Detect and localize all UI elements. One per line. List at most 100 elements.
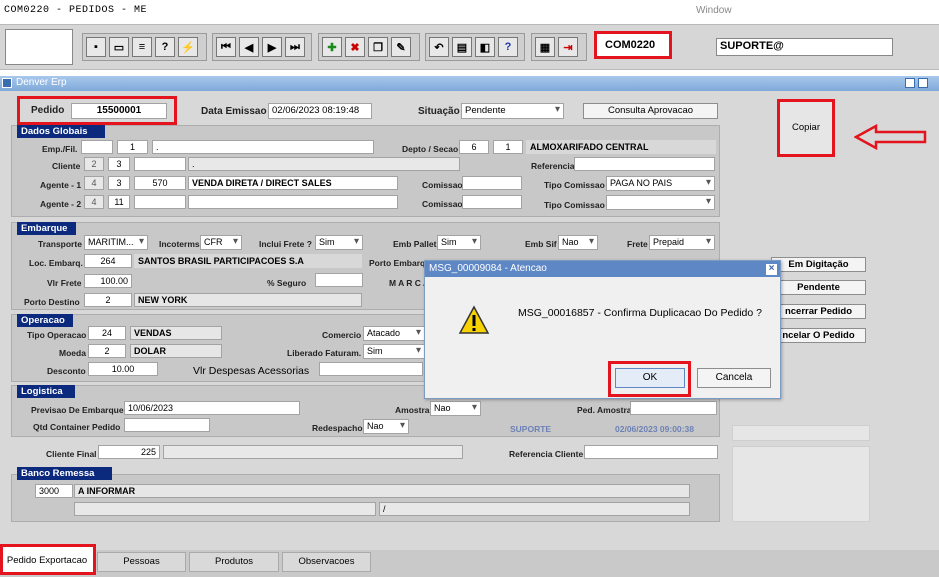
vlr-frete-field[interactable]: 100.00 xyxy=(84,274,132,288)
incoterms-select[interactable]: CFR xyxy=(200,235,242,250)
cliente-label: Cliente xyxy=(52,161,81,171)
vlr-frete-label: Vlr Frete xyxy=(47,278,82,288)
execute-query-icon[interactable]: ⚡ xyxy=(178,37,198,57)
next-record-icon[interactable]: ▶ xyxy=(262,37,282,57)
audit-date: 02/06/2023 09:00:38 xyxy=(615,424,694,434)
help-icon[interactable]: ? xyxy=(498,37,518,57)
referencia-field[interactable] xyxy=(574,157,715,171)
form-code: COM0220 xyxy=(605,39,656,51)
comercio-label: Comercio xyxy=(322,330,362,340)
tab-pessoas[interactable]: Pessoas xyxy=(97,552,186,572)
query-icon[interactable]: ? xyxy=(155,37,175,57)
em-digitacao-button[interactable]: Em Digitação xyxy=(771,257,866,272)
app-titlebar: Denver Erp xyxy=(0,76,939,91)
last-record-icon[interactable]: ⏭ xyxy=(285,37,305,57)
inclui-frete-label: Inclui Frete ? xyxy=(259,239,312,249)
moeda-field[interactable]: 2 xyxy=(88,344,126,358)
consulta-aprovacao-button[interactable]: Consulta Aprovacao xyxy=(583,103,718,119)
menu-icon[interactable]: ▦ xyxy=(535,37,555,57)
embarque-title: Embarque xyxy=(17,222,76,235)
tab-produtos[interactable]: Produtos xyxy=(189,552,279,572)
print-icon[interactable]: ≡ xyxy=(132,37,152,57)
agente2-field-a[interactable]: 4 xyxy=(84,195,104,209)
agente1-field-c[interactable]: 570 xyxy=(134,176,186,190)
desconto-field[interactable]: 10.00 xyxy=(88,362,158,376)
emb-pallet-select[interactable]: Sim xyxy=(437,235,481,250)
liberado-select[interactable]: Sim xyxy=(363,344,425,359)
liberado-label: Liberado Faturam. xyxy=(287,348,362,358)
agente2-field-c[interactable] xyxy=(134,195,186,209)
tab-pedido-exportacao[interactable]: Pedido Exportacao xyxy=(4,552,90,572)
loc-embarq-label: Loc. Embarq. xyxy=(29,258,83,268)
logistica-title: Logistica xyxy=(17,385,75,398)
tipo-operacao-field[interactable]: 24 xyxy=(88,326,126,340)
inclui-frete-select[interactable]: Sim xyxy=(315,235,363,250)
agente2-desc-field xyxy=(188,195,398,209)
porto-embarque-label: Porto Embarq xyxy=(369,258,426,268)
agente1-field-b[interactable]: 3 xyxy=(108,176,130,190)
fil-field[interactable]: 1 xyxy=(117,140,148,154)
loc-embarq-field[interactable]: 264 xyxy=(84,254,132,268)
cliente-desc-field: . xyxy=(188,157,460,171)
first-record-icon[interactable]: ⏮ xyxy=(216,37,236,57)
insert-icon[interactable]: ✚ xyxy=(322,37,342,57)
operacao-title: Operacao xyxy=(17,314,73,327)
data-emissao-field[interactable]: 02/06/2023 08:19:48 xyxy=(268,103,372,119)
undo-icon[interactable]: ↶ xyxy=(429,37,449,57)
previsao-field[interactable]: 10/06/2023 xyxy=(124,401,300,415)
cliente-final-field[interactable]: 225 xyxy=(98,445,160,459)
emb-sif-select[interactable]: Nao xyxy=(558,235,598,250)
cliente-field-3[interactable] xyxy=(134,157,186,171)
tab-observacoes[interactable]: Observacoes xyxy=(282,552,371,572)
cancela-button[interactable]: Cancela xyxy=(697,368,771,388)
emp-field[interactable] xyxy=(81,140,113,154)
comissao1-field[interactable] xyxy=(462,176,522,190)
porto-destino-field[interactable]: 2 xyxy=(84,293,132,307)
maximize-icon[interactable] xyxy=(918,78,928,88)
comissao2-field[interactable] xyxy=(462,195,522,209)
situacao-select[interactable]: Pendente xyxy=(461,103,564,119)
desconto-label: Desconto xyxy=(47,366,86,376)
transporte-select[interactable]: MARITIM... xyxy=(84,235,148,250)
window-icon[interactable]: ▭ xyxy=(109,37,129,57)
amostra-select[interactable]: Nao xyxy=(430,401,481,416)
prev-record-icon[interactable]: ◀ xyxy=(239,37,259,57)
frete-select[interactable]: Prepaid xyxy=(649,235,715,250)
encerrar-pedido-button[interactable]: ncerrar Pedido xyxy=(771,304,866,319)
tools-icon[interactable]: ◧ xyxy=(475,37,495,57)
cliente-field-1[interactable]: 2 xyxy=(84,157,104,171)
dialog-close-icon[interactable]: × xyxy=(766,264,777,275)
clear-icon[interactable]: ✎ xyxy=(391,37,411,57)
app-title: Denver Erp xyxy=(16,77,67,88)
despesas-field[interactable] xyxy=(319,362,423,376)
duplicate-icon[interactable]: ❐ xyxy=(368,37,388,57)
referencia-cliente-field[interactable] xyxy=(584,445,718,459)
agente1-field-a[interactable]: 4 xyxy=(84,176,104,190)
banco-code-field[interactable]: 3000 xyxy=(35,484,73,498)
save-icon[interactable]: ▪ xyxy=(86,37,106,57)
delete-icon[interactable]: ✖ xyxy=(345,37,365,57)
minimize-icon[interactable] xyxy=(905,78,915,88)
dialog-title: MSG_00009084 - Atencao xyxy=(429,263,547,274)
agente1-label: Agente - 1 xyxy=(40,180,82,190)
cancelar-pedido-button[interactable]: ncelar O Pedido xyxy=(771,328,866,343)
pedido-field[interactable]: 15500001 xyxy=(71,103,167,119)
tipo-comissao1-select[interactable]: PAGA NO PAIS xyxy=(606,176,715,191)
ok-button[interactable]: OK xyxy=(615,368,685,388)
comercio-select[interactable]: Atacado xyxy=(363,326,425,341)
qtd-container-field[interactable] xyxy=(124,418,210,432)
clipboard-icon[interactable]: ▤ xyxy=(452,37,472,57)
dados-globais-title: Dados Globais xyxy=(17,125,105,138)
cliente-field-2[interactable]: 3 xyxy=(108,157,130,171)
agente2-field-b[interactable]: 11 xyxy=(108,195,130,209)
window-menu[interactable]: Window xyxy=(696,5,732,16)
depto-field[interactable]: 6 xyxy=(459,140,489,154)
copiar-button[interactable]: Copiar xyxy=(781,103,831,153)
tipo-comissao2-select[interactable] xyxy=(606,195,715,210)
secao-field[interactable]: 1 xyxy=(493,140,523,154)
exit-icon[interactable]: ⇥ xyxy=(558,37,578,57)
ped-amostra-field[interactable] xyxy=(630,401,717,415)
redespacho-select[interactable]: Nao xyxy=(363,419,409,434)
seguro-field[interactable] xyxy=(315,273,363,287)
pendente-button[interactable]: Pendente xyxy=(771,280,866,295)
